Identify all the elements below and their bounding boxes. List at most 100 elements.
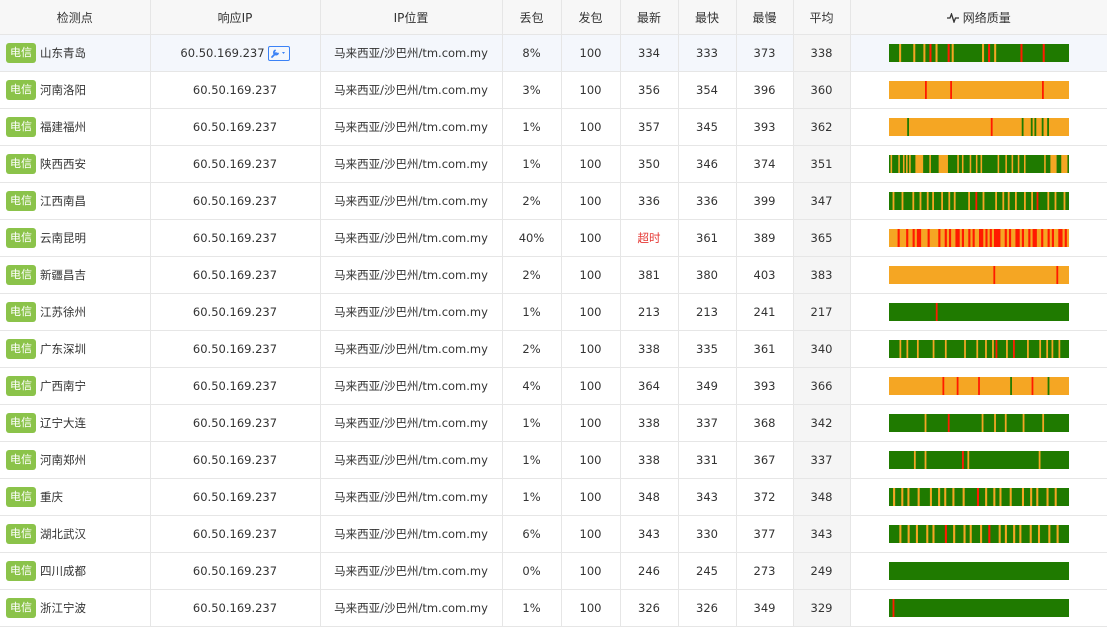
latest-cell: 356 [620, 71, 679, 109]
quality-segment [1057, 266, 1069, 284]
col-sent[interactable]: 发包 [561, 0, 621, 35]
city-label[interactable]: 江苏徐州 [40, 305, 86, 319]
quality-segment [1002, 192, 1005, 210]
city-label[interactable]: 福建福州 [40, 120, 86, 134]
location-cell: 电信 四川成都 [0, 552, 151, 590]
ip-location-cell: 马来西亚/沙巴州/tm.com.my [320, 34, 503, 72]
fastest-cell: 346 [678, 145, 737, 183]
response-ip[interactable]: 60.50.169.237 [193, 416, 277, 430]
quality-segment [909, 488, 918, 506]
quality-segment [971, 525, 981, 543]
quality-segment [899, 525, 902, 543]
quality-bar [888, 414, 1069, 432]
table-row: 电信 湖北武汉 60.50.169.237 马来西亚/沙巴州/tm.com.my 6% 1… [0, 515, 1107, 553]
quality-segment [916, 229, 922, 247]
response-ip[interactable]: 60.50.169.237 [193, 490, 277, 504]
quality-segment [998, 155, 1006, 173]
location-cell: 电信 江西南昌 [0, 182, 151, 220]
sent-cell: 100 [561, 71, 621, 109]
response-ip[interactable]: 60.50.169.237 [193, 305, 277, 319]
quality-segment [916, 340, 919, 358]
response-ip[interactable]: 60.50.169.237 [193, 194, 277, 208]
response-ip[interactable]: 60.50.169.237 [193, 527, 277, 541]
col-response-ip[interactable]: 响应IP [150, 0, 321, 35]
quality-segment [949, 192, 954, 210]
quality-segment [913, 451, 916, 469]
quality-segment [978, 229, 984, 247]
quality-cell [850, 367, 1107, 405]
tool-dropdown-button[interactable] [267, 45, 290, 61]
quality-bar [888, 525, 1069, 543]
quality-segment [919, 488, 930, 506]
city-label[interactable]: 广东深圳 [40, 342, 86, 356]
city-label[interactable]: 陕西西安 [40, 157, 86, 171]
response-ip[interactable]: 60.50.169.237 [193, 231, 277, 245]
fastest-cell: 380 [678, 256, 737, 294]
quality-segment [1033, 377, 1048, 395]
quality-segment [1007, 340, 1014, 358]
col-slowest[interactable]: 最慢 [736, 0, 794, 35]
response-ip[interactable]: 60.50.169.237 [193, 601, 277, 615]
quality-segment [1012, 155, 1018, 173]
quality-segment [1011, 377, 1032, 395]
city-label[interactable]: 广西南宁 [40, 379, 86, 393]
quality-segment [1054, 192, 1057, 210]
city-label[interactable]: 山东青岛 [40, 46, 86, 60]
slowest-cell: 389 [736, 219, 794, 257]
quality-segment [1032, 192, 1037, 210]
col-loss[interactable]: 丢包 [502, 0, 562, 35]
quality-segment [947, 44, 950, 62]
quality-segment [925, 525, 929, 543]
quality-segment [1025, 192, 1032, 210]
response-ip[interactable]: 60.50.169.237 [193, 83, 277, 97]
city-label[interactable]: 湖北武汉 [40, 527, 86, 541]
response-ip[interactable]: 60.50.169.237 [193, 342, 277, 356]
col-quality[interactable]: 网络质量 [850, 0, 1107, 35]
city-label[interactable]: 河南洛阳 [40, 83, 86, 97]
response-ip-cell: 60.50.169.237 [150, 589, 321, 627]
quality-segment [1042, 44, 1045, 62]
quality-bar [888, 377, 1069, 395]
response-ip[interactable]: 60.50.169.237 [193, 453, 277, 467]
quality-segment [907, 488, 910, 506]
quality-segment [907, 525, 910, 543]
quality-segment [1023, 229, 1029, 247]
isp-badge: 电信 [6, 487, 36, 507]
quality-segment [1051, 229, 1055, 247]
ip-location-cell: 马来西亚/沙巴州/tm.com.my [320, 256, 503, 294]
table-row: 电信 广东深圳 60.50.169.237 马来西亚/沙巴州/tm.com.my 2% 1… [0, 330, 1107, 368]
city-label[interactable]: 云南昆明 [40, 231, 86, 245]
col-location[interactable]: 检测点 [0, 0, 151, 35]
quality-segment [946, 340, 965, 358]
city-label[interactable]: 四川成都 [40, 564, 86, 578]
city-label[interactable]: 江西南昌 [40, 194, 86, 208]
quality-segment [1021, 525, 1030, 543]
response-ip[interactable]: 60.50.169.237 [180, 46, 264, 60]
city-label[interactable]: 河南郑州 [40, 453, 86, 467]
col-fastest[interactable]: 最快 [678, 0, 737, 35]
response-ip[interactable]: 60.50.169.237 [193, 268, 277, 282]
response-ip-cell: 60.50.169.237 [150, 145, 321, 183]
table-row: 电信 山东青岛 60.50.169.237 马来西亚/沙巴州/tm.com.my 8% 1… [0, 34, 1107, 72]
latest-cell: 381 [620, 256, 679, 294]
response-ip[interactable]: 60.50.169.237 [193, 564, 277, 578]
col-latest[interactable]: 最新 [620, 0, 679, 35]
quality-segment [1007, 192, 1010, 210]
fastest-cell: 330 [678, 515, 737, 553]
col-ip-location[interactable]: IP位置 [320, 0, 503, 35]
response-ip[interactable]: 60.50.169.237 [193, 157, 277, 171]
response-ip-cell: 60.50.169.237 [150, 219, 321, 257]
quality-segment [970, 229, 973, 247]
col-average[interactable]: 平均 [793, 0, 851, 35]
city-label[interactable]: 辽宁大连 [40, 416, 86, 430]
response-ip[interactable]: 60.50.169.237 [193, 120, 277, 134]
city-label[interactable]: 重庆 [40, 490, 63, 504]
response-ip[interactable]: 60.50.169.237 [193, 379, 277, 393]
quality-segment [888, 377, 943, 395]
latest-cell: 246 [620, 552, 679, 590]
quality-segment [1056, 488, 1069, 506]
quality-segment [961, 229, 965, 247]
city-label[interactable]: 浙江宁波 [40, 601, 86, 615]
quality-segment [1006, 525, 1014, 543]
city-label[interactable]: 新疆昌吉 [40, 268, 86, 282]
